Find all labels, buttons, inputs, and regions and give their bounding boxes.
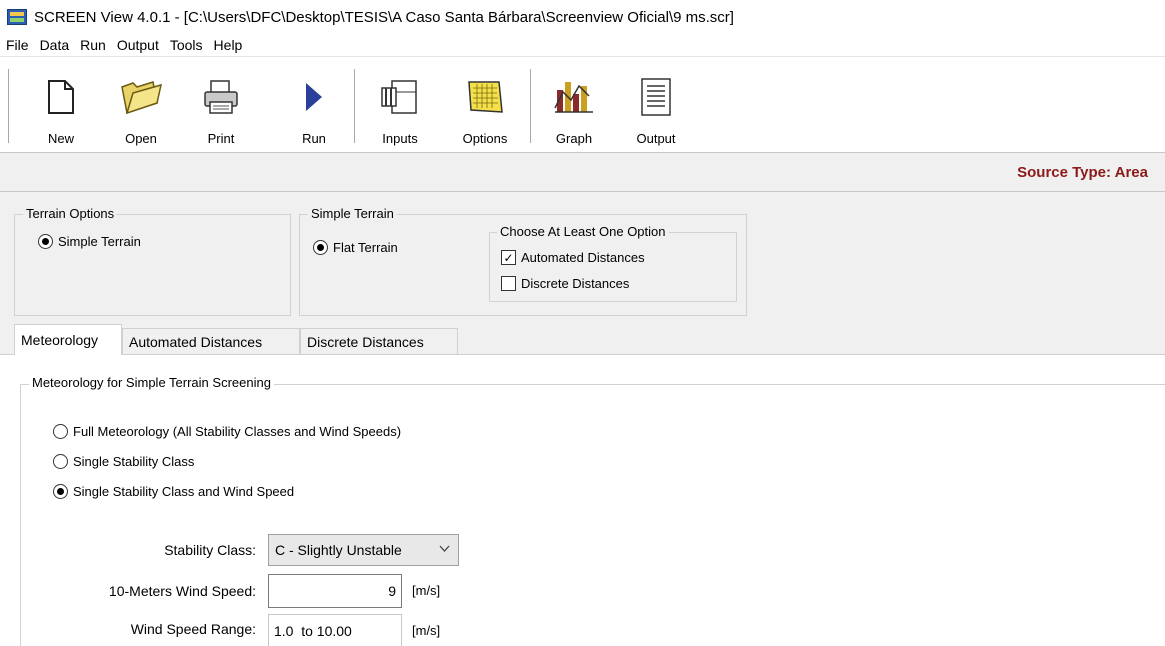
flat-terrain-radio-label: Flat Terrain — [333, 240, 398, 255]
radio-indicator — [53, 424, 68, 439]
menu-help[interactable]: Help — [208, 37, 248, 53]
new-button[interactable]: New — [36, 63, 86, 149]
toolbar-separator — [530, 69, 532, 143]
graph-label: Graph — [555, 131, 593, 146]
wind-speed-unit: [m/s] — [412, 583, 441, 598]
wind-speed-range-unit: [m/s] — [412, 623, 441, 638]
run-label: Run — [302, 131, 326, 146]
options-button[interactable]: Options — [455, 63, 515, 149]
distance-options-group: Choose At Least One Option — [489, 224, 737, 302]
terrain-options-group: Terrain Options — [14, 206, 291, 316]
menu-bar: File Data Run Output Tools Help — [0, 34, 1165, 56]
radio-indicator — [53, 454, 68, 469]
automated-distances-checkbox[interactable]: ✓ Automated Distances — [501, 250, 645, 265]
wind-speed-range-label: Wind Speed Range: — [130, 621, 256, 637]
print-button[interactable]: Print — [196, 63, 246, 149]
source-type-label: Source Type: Area — [1017, 164, 1148, 181]
tab-discrete-distances[interactable]: Discrete Distances — [300, 328, 458, 354]
bar-graph-icon — [550, 73, 598, 121]
discrete-distances-label: Discrete Distances — [521, 276, 630, 291]
full-meteorology-radio[interactable]: Full Meteorology (All Stability Classes … — [53, 424, 401, 439]
checkbox-box — [501, 276, 516, 291]
discrete-distances-checkbox[interactable]: Discrete Distances — [501, 276, 629, 291]
printer-icon — [197, 73, 245, 121]
menu-run[interactable]: Run — [74, 37, 111, 53]
simple-terrain-label: Simple Terrain — [308, 206, 397, 221]
meteorology-group-label: Meteorology for Simple Terrain Screening — [29, 375, 274, 390]
app-icon — [7, 9, 27, 25]
stability-class-dropdown[interactable]: C - Slightly Unstable — [268, 534, 459, 566]
toolbar-separator — [354, 69, 356, 143]
automated-distances-label: Automated Distances — [521, 250, 645, 265]
choose-option-label: Choose At Least One Option — [497, 224, 669, 239]
play-icon — [290, 73, 338, 121]
toolbar-separator — [8, 69, 10, 143]
open-button[interactable]: Open — [116, 63, 166, 149]
print-label: Print — [207, 131, 235, 146]
simple-terrain-radio[interactable]: Simple Terrain — [38, 234, 141, 249]
single-stability-wind-radio[interactable]: Single Stability Class and Wind Speed — [53, 484, 294, 499]
toolbar: New Open Print Run Inputs Options Graph … — [0, 56, 1165, 152]
wind-speed-label: 10-Meters Wind Speed: — [108, 583, 256, 599]
meteorology-panel: Meteorology for Simple Terrain Screening… — [0, 354, 1165, 646]
single-stability-radio[interactable]: Single Stability Class — [53, 454, 194, 469]
menu-output[interactable]: Output — [111, 37, 164, 53]
checkmark-icon: ✓ — [501, 250, 516, 265]
inputs-label: Inputs — [382, 131, 418, 146]
output-button[interactable]: Output — [628, 63, 684, 149]
flat-terrain-radio[interactable]: Flat Terrain — [313, 240, 398, 255]
full-meteorology-label: Full Meteorology (All Stability Classes … — [73, 424, 402, 439]
inputs-button[interactable]: Inputs — [373, 63, 427, 149]
wind-speed-input[interactable]: 9 — [268, 574, 402, 608]
radio-indicator — [313, 240, 328, 255]
inputs-icon — [376, 73, 424, 121]
new-label: New — [47, 131, 74, 146]
stability-class-value: C - Slightly Unstable — [275, 542, 402, 558]
source-type-bar: Source Type: Area — [0, 152, 1165, 192]
open-label: Open — [125, 131, 157, 146]
options-label: Options — [462, 131, 508, 146]
wind-speed-value: 9 — [388, 583, 396, 599]
menu-file[interactable]: File — [0, 37, 34, 53]
tab-automated-distances[interactable]: Automated Distances — [122, 328, 300, 354]
run-button[interactable]: Run — [292, 63, 336, 149]
options-grid-icon — [461, 73, 509, 121]
radio-indicator — [53, 484, 68, 499]
menu-data[interactable]: Data — [34, 37, 75, 53]
menu-tools[interactable]: Tools — [164, 37, 208, 53]
stability-class-label: Stability Class: — [164, 542, 256, 558]
chevron-down-icon — [439, 542, 450, 556]
single-stability-label: Single Stability Class — [73, 454, 195, 469]
simple-terrain-radio-label: Simple Terrain — [58, 234, 141, 249]
single-stability-wind-label: Single Stability Class and Wind Speed — [73, 484, 295, 499]
radio-indicator — [38, 234, 53, 249]
wind-speed-range-field: 1.0 to 10.00 — [268, 614, 402, 646]
terrain-options-label: Terrain Options — [23, 206, 118, 221]
graph-button[interactable]: Graph — [546, 63, 602, 149]
output-document-icon — [632, 73, 680, 121]
output-label: Output — [636, 131, 676, 146]
tab-meteorology[interactable]: Meteorology — [14, 324, 122, 355]
new-document-icon — [37, 73, 85, 121]
wind-speed-range-value: 1.0 to 10.00 — [274, 623, 352, 639]
folder-icon — [117, 73, 165, 121]
window-title: SCREEN View 4.0.1 - [C:\Users\DFC\Deskto… — [34, 8, 734, 26]
title-bar: SCREEN View 4.0.1 - [C:\Users\DFC\Deskto… — [0, 0, 1165, 34]
